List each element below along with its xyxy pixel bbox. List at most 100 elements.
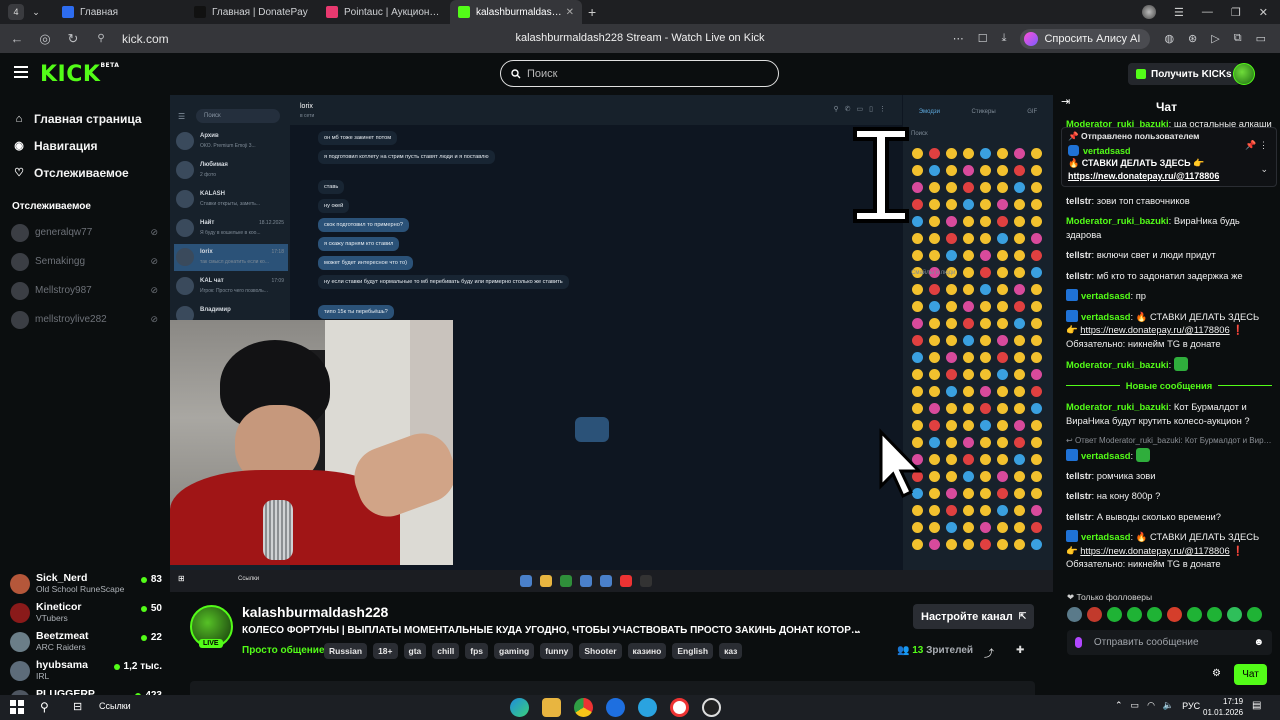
new-tab-button[interactable]: + [588,4,596,20]
taskbar-links[interactable]: Ссылки [99,701,131,711]
sidebar-toggle-icon[interactable]: ▭ [1256,32,1266,45]
search-box[interactable] [500,60,779,87]
pin-icon[interactable]: 📌 ⋮ [1245,140,1268,151]
tray-chevron-icon[interactable]: ⌃ [1115,700,1123,711]
chat-username[interactable]: tellstr [1066,249,1092,260]
reload-icon[interactable]: ↻ [62,31,84,47]
task-view-icon[interactable]: ⊟ [73,700,82,713]
send-chat-button[interactable]: Чат [1234,664,1267,685]
search-input[interactable] [527,67,747,80]
bookmarks-icon[interactable]: ☰ [1174,6,1184,19]
url-text[interactable]: kick.com [122,32,169,46]
sidebar-nav-item[interactable]: ◉ Навигация [0,132,170,159]
site-info-icon[interactable]: ⚲ [90,33,112,44]
live-channel[interactable]: hyubsama IRL 1,2 тыс. [0,657,170,686]
browser-tab[interactable]: Главная [54,0,186,24]
mic-icon[interactable] [1075,637,1082,648]
stream-tag[interactable]: gta [403,643,427,659]
following-channel[interactable]: mellstroylive282 ⊘ [0,305,170,334]
stream-tag[interactable]: казино [627,643,667,659]
menu-icon[interactable] [14,66,28,80]
live-channel[interactable]: Kineticor VTubers 50 [0,599,170,628]
chat-username[interactable]: vertadsasd [1081,290,1131,301]
download-icon[interactable]: ⤓ [1002,32,1007,45]
stream-tag[interactable]: Russian [324,643,368,659]
expand-title-chevron-icon[interactable]: ⌄ [853,625,861,636]
chat-input-box[interactable]: ☻ [1067,630,1272,655]
volume-icon[interactable]: 🔈 [1163,700,1174,711]
stream-tag[interactable]: gaming [494,643,535,659]
kick-logo[interactable]: KICKBETA [40,62,119,87]
bookmark-icon[interactable]: ☐ [978,32,988,45]
stream-category[interactable]: Просто общение [242,645,325,656]
stream-tag[interactable]: funny [540,643,574,659]
chat-username[interactable]: vertadsasd [1081,450,1131,461]
minimize-button[interactable]: — [1202,6,1213,18]
wifi-icon[interactable]: ◠ [1147,700,1155,711]
chat-username[interactable]: tellstr [1066,270,1092,281]
taskbar-search-icon[interactable]: ⚲ [40,700,49,714]
back-icon[interactable]: ← [6,31,28,46]
globe-icon[interactable]: ◍ [1164,32,1174,45]
alice-button[interactable]: Спросить Алису AI [1020,28,1151,49]
extensions-icon[interactable]: ⧉ [1234,32,1242,45]
following-channel[interactable]: Mellstroy987 ⊘ [0,276,170,305]
chat-username[interactable]: Moderator_ruki_bazuki [1066,401,1169,412]
chat-username[interactable]: tellstr [1066,490,1092,501]
sidebar-nav-item[interactable]: ♡ Отслеживаемое [0,159,170,186]
chrome-icon[interactable] [574,698,593,717]
chat-link[interactable]: https://new.donatepay.ru/@1178806 [1080,324,1229,335]
stream-tag[interactable]: fps [465,643,489,659]
explorer-icon[interactable] [542,698,561,717]
more-icon[interactable]: ⋯ [953,32,964,45]
taskbar-clock[interactable]: 17:19 01.01.2026 [1203,696,1243,718]
chat-username[interactable]: tellstr [1066,511,1092,522]
chat-username[interactable]: Moderator_ruki_bazuki [1066,215,1169,226]
setup-channel-button[interactable]: Настройте канал ⇱ [913,604,1035,629]
sidebar-nav-item[interactable]: ⌂ Главная страница [0,105,170,132]
translate-icon[interactable]: ⊛ [1188,32,1197,45]
stream-tag[interactable]: 18+ [373,643,398,659]
chat-username[interactable]: vertadsasd [1081,311,1131,322]
tab-list-chevron-icon[interactable]: ⌄ [28,4,44,20]
following-channel[interactable]: generalqw77 ⊘ [0,218,170,247]
close-window-button[interactable]: ✕ [1259,6,1268,19]
streamer-name[interactable]: kalashburmaldash228 [242,604,388,620]
browser-tab[interactable]: Главная | DonatePay [186,0,318,24]
profile-avatar[interactable] [1142,5,1157,19]
maximize-button[interactable]: ❐ [1231,6,1241,19]
tab-counter[interactable]: 4 [8,4,24,20]
language-indicator[interactable]: РУС [1182,701,1200,711]
stream-tag[interactable]: English [672,643,714,659]
yandex-browser-icon[interactable] [670,698,689,717]
notifications-icon[interactable]: ▤ [1252,700,1261,711]
chat-username[interactable]: Moderator_ruki_bazuki [1066,359,1169,370]
edge-icon[interactable] [510,698,529,717]
stream-tag[interactable]: каз [719,643,743,659]
chat-settings-icon[interactable]: ⚙ [1212,668,1221,679]
live-channel[interactable]: Sick_Nerd Old School RuneScape 83 [0,570,170,599]
video-player[interactable]: ☰ Поиск Архив ОКО. Premium Emoji 3... Люби… [170,95,1053,592]
chat-username[interactable]: tellstr [1066,470,1092,481]
stream-tag[interactable]: chill [432,643,460,659]
chat-username[interactable]: vertadsasd [1081,531,1131,542]
start-button[interactable] [10,700,24,714]
pinned-expand-icon[interactable]: ⌄ [1260,164,1268,175]
pinned-link[interactable]: https://new.donatepay.ru/@1178806 [1068,171,1248,181]
download-manager-icon[interactable] [606,698,625,717]
emoji-picker-icon[interactable]: ☻ [1253,637,1264,648]
chat-username[interactable]: tellstr [1066,195,1092,206]
close-tab-icon[interactable]: ✕ [566,7,574,18]
chat-link[interactable]: https://new.donatepay.ru/@1178806 [1080,545,1229,556]
following-channel[interactable]: Semakingg ⊘ [0,247,170,276]
follow-icon[interactable]: ✚ [1016,645,1024,656]
user-avatar[interactable] [1233,63,1255,85]
network-icon[interactable]: ▭ [1131,700,1140,711]
pinned-user[interactable]: vertadsasd [1068,145,1270,156]
share-icon[interactable]: ⤴ [984,645,994,660]
get-kicks-button[interactable]: Получить KICKs [1128,63,1240,85]
live-channel[interactable]: Beetzmeat ARC Raiders 22 [0,628,170,657]
play-icon[interactable]: ▷ [1211,32,1219,45]
protect-icon[interactable]: ◎ [34,31,56,47]
telegram-icon[interactable] [638,698,657,717]
